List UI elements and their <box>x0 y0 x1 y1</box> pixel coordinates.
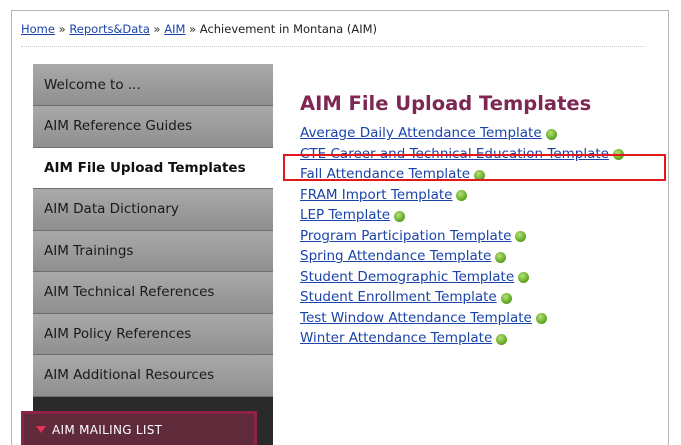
sidebar-item-label: Welcome to ... <box>44 76 141 93</box>
template-link[interactable]: Spring Attendance Template <box>300 248 491 264</box>
sidebar-nav: Welcome to ... AIM Reference Guides AIM … <box>33 64 273 445</box>
sidebar-item-label: AIM Policy References <box>44 325 192 342</box>
mailing-list-button[interactable]: AIM MAILING LIST <box>21 411 257 445</box>
page-title: AIM File Upload Templates <box>300 92 592 115</box>
external-link-icon[interactable] <box>535 313 547 325</box>
sidebar-item-label: AIM Technical References <box>44 284 215 301</box>
breadcrumb-separator: » <box>153 22 161 36</box>
triangle-down-icon <box>36 426 46 433</box>
sidebar-item-reference-guides[interactable]: AIM Reference Guides <box>33 106 273 148</box>
sidebar-item-label: AIM File Upload Templates <box>44 159 246 176</box>
main-content: AIM File Upload Templates Average Daily … <box>300 92 624 349</box>
list-item: Fall Attendance Template <box>300 164 624 185</box>
template-link[interactable]: FRAM Import Template <box>300 187 452 203</box>
external-link-icon[interactable] <box>500 292 512 304</box>
list-item: Average Daily Attendance Template <box>300 123 624 144</box>
template-link[interactable]: LEP Template <box>300 207 390 223</box>
template-link[interactable]: Average Daily Attendance Template <box>300 125 542 141</box>
template-link[interactable]: Program Participation Template <box>300 228 511 244</box>
template-link[interactable]: Fall Attendance Template <box>300 166 470 182</box>
sidebar-item-label: AIM Trainings <box>44 242 134 259</box>
sidebar-item-label: AIM Reference Guides <box>44 118 193 135</box>
list-item: Test Window Attendance Template <box>300 308 624 329</box>
breadcrumb-aim-link[interactable]: AIM <box>164 22 185 36</box>
external-link-icon[interactable] <box>496 333 508 345</box>
sidebar-item-welcome[interactable]: Welcome to ... <box>33 64 273 106</box>
sidebar-item-technical-references[interactable]: AIM Technical References <box>33 272 273 314</box>
template-link[interactable]: Winter Attendance Template <box>300 330 492 346</box>
sidebar-item-data-dictionary[interactable]: AIM Data Dictionary <box>33 189 273 231</box>
sidebar-item-label: AIM Additional Resources <box>44 367 215 384</box>
list-item: Spring Attendance Template <box>300 246 624 267</box>
external-link-icon[interactable] <box>474 169 486 181</box>
list-item: CTE Career and Technical Education Templ… <box>300 144 624 165</box>
list-item: Winter Attendance Template <box>300 328 624 349</box>
external-link-icon[interactable] <box>518 272 530 284</box>
list-item: Student Enrollment Template <box>300 287 624 308</box>
breadcrumb: Home » Reports&Data » AIM » Achievement … <box>21 22 377 36</box>
breadcrumb-separator: » <box>58 22 66 36</box>
sidebar-item-trainings[interactable]: AIM Trainings <box>33 230 273 272</box>
breadcrumb-home-link[interactable]: Home <box>21 22 55 36</box>
external-link-icon[interactable] <box>456 190 468 202</box>
divider <box>21 46 645 47</box>
external-link-icon[interactable] <box>495 251 507 263</box>
external-link-icon[interactable] <box>612 149 624 161</box>
template-link[interactable]: Student Demographic Template <box>300 269 514 285</box>
list-item: Student Demographic Template <box>300 267 624 288</box>
external-link-icon[interactable] <box>515 231 527 243</box>
sidebar-item-file-upload-templates[interactable]: AIM File Upload Templates <box>33 147 273 189</box>
template-link[interactable]: Test Window Attendance Template <box>300 310 532 326</box>
breadcrumb-separator: » <box>189 22 197 36</box>
external-link-icon[interactable] <box>394 210 406 222</box>
mailing-list-label: AIM MAILING LIST <box>52 422 163 437</box>
sidebar-item-policy-references[interactable]: AIM Policy References <box>33 313 273 355</box>
template-link[interactable]: CTE Career and Technical Education Templ… <box>300 146 609 162</box>
breadcrumb-current: Achievement in Montana (AIM) <box>199 22 378 36</box>
sidebar-item-label: AIM Data Dictionary <box>44 201 179 218</box>
template-link-list: Average Daily Attendance Template CTE Ca… <box>300 123 624 349</box>
sidebar-item-additional-resources[interactable]: AIM Additional Resources <box>33 355 273 397</box>
breadcrumb-reports-link[interactable]: Reports&Data <box>69 22 150 36</box>
template-link[interactable]: Student Enrollment Template <box>300 289 497 305</box>
list-item: FRAM Import Template <box>300 185 624 206</box>
external-link-icon[interactable] <box>545 128 557 140</box>
list-item: LEP Template <box>300 205 624 226</box>
list-item: Program Participation Template <box>300 226 624 247</box>
